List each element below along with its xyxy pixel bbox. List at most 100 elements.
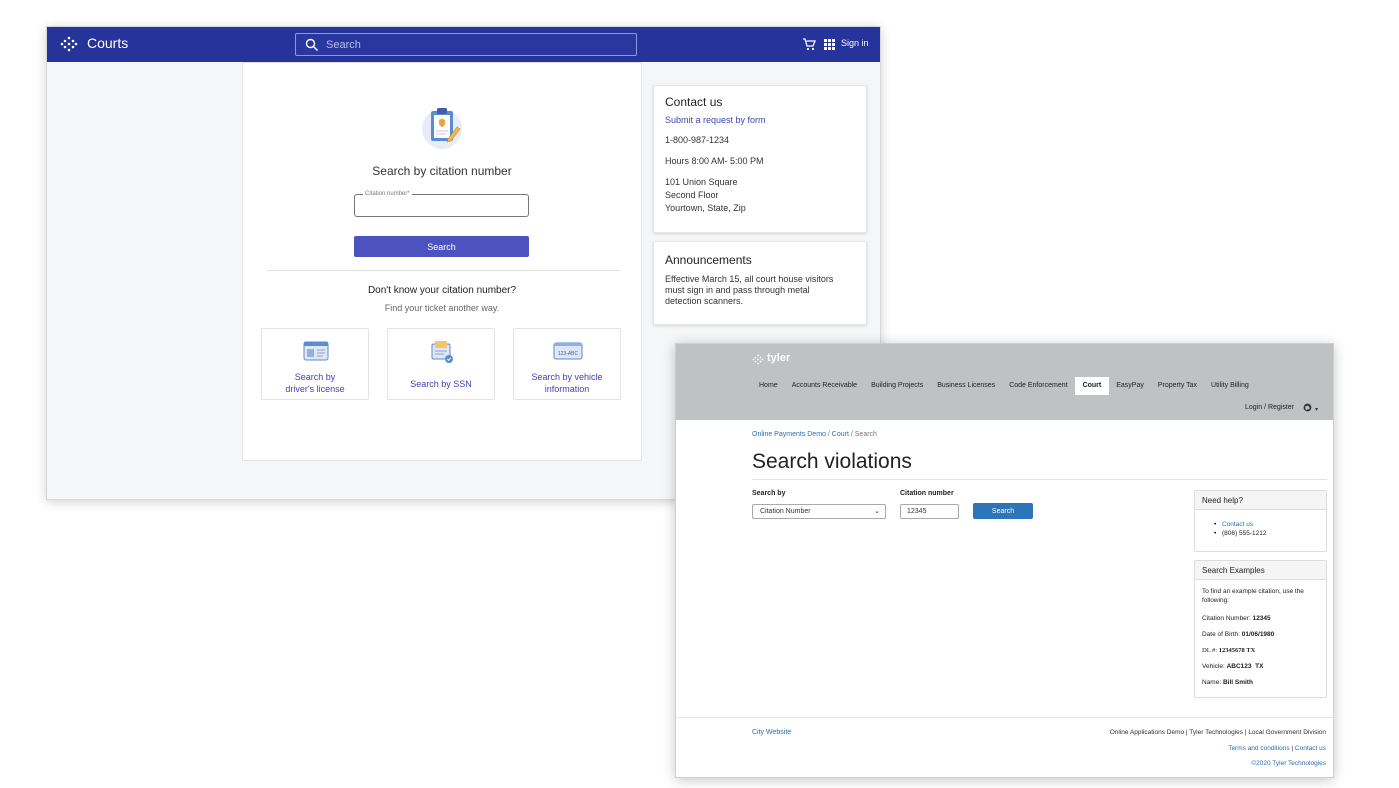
breadcrumb-separator: /: [827, 431, 830, 438]
find-another-text: Find your ticket another way.: [384, 303, 500, 313]
main-nav: Home Accounts Receivable Building Projec…: [752, 377, 1256, 395]
header-search[interactable]: [295, 33, 637, 56]
example-citation-label: Citation Number:: [1202, 615, 1253, 622]
nav-building-projects[interactable]: Building Projects: [864, 377, 930, 395]
announcement-line-3: detection scanners.: [665, 296, 744, 306]
example-vehicle-label: Vehicle:: [1202, 663, 1227, 670]
divider: [752, 479, 1327, 480]
dont-know-heading: Don't know your citation number?: [367, 285, 517, 296]
nav-accounts-receivable[interactable]: Accounts Receivable: [785, 377, 864, 395]
search-by-select[interactable]: Citation Number ⌄: [752, 504, 886, 519]
contact-title: Contact us: [665, 95, 723, 109]
nav-court[interactable]: Court: [1074, 377, 1110, 395]
footer-line: Online Applications Demo | Tyler Technol…: [1109, 729, 1326, 736]
example-vehicle-value: ABC123 TX: [1226, 663, 1264, 670]
citation-number-label: Citation number*: [363, 190, 412, 198]
example-name: Name: Bill Smith: [1202, 679, 1253, 687]
nav-code-enforcement[interactable]: Code Enforcement: [1002, 377, 1074, 395]
citation-number-field[interactable]: Citation number*: [354, 190, 529, 217]
nav-utility-billing[interactable]: Utility Billing: [1204, 377, 1256, 395]
breadcrumb-online-payments[interactable]: Online Payments Demo: [752, 431, 826, 438]
need-help-panel: Need help? • Contact us • (806) 555-1212: [1194, 490, 1327, 552]
license-plate-icon: 123-ABC: [553, 342, 583, 360]
tyler-header: tyler Home Accounts Receivable Building …: [676, 344, 1333, 420]
examples-note-line2: following:: [1202, 597, 1230, 604]
contact-address-3: Yourtown, State, Zip: [665, 203, 746, 213]
cart-icon[interactable]: [802, 37, 816, 51]
courts-header: Courts Sign in: [47, 27, 880, 62]
courts-logo-icon[interactable]: [59, 35, 79, 53]
copyright-link[interactable]: ©2020 Tyler Technologies: [1251, 760, 1326, 767]
citation-heading: Search by citation number: [372, 164, 512, 178]
nav-easypay[interactable]: EasyPay: [1109, 377, 1151, 395]
card-label: Search by SSN: [410, 379, 472, 389]
contact-address-1: 101 Union Square: [665, 177, 738, 187]
city-website-link[interactable]: City Website: [752, 729, 791, 736]
tyler-logo-text: tyler: [767, 352, 791, 364]
card-label-line1: Search by: [294, 372, 336, 382]
announcements-panel: Announcements Effective March 15, all co…: [653, 241, 867, 325]
help-phone: (806) 555-1212: [1222, 530, 1267, 537]
search-examples-panel: Search Examples To find an example citat…: [1194, 560, 1327, 698]
footer-divider: [676, 717, 1333, 718]
footer-links: Terms and conditions | Contact us: [1228, 745, 1326, 752]
citation-number-input[interactable]: [900, 504, 959, 519]
search-input[interactable]: [326, 36, 626, 54]
breadcrumb-court[interactable]: Court: [832, 431, 849, 438]
search-by-label: Search by: [752, 490, 786, 497]
divider: [267, 270, 620, 271]
help-contact-link[interactable]: Contact us: [1222, 521, 1253, 528]
tyler-logo-icon: [752, 354, 764, 365]
search-button[interactable]: Search: [973, 503, 1033, 519]
clipboard-icon: [422, 108, 462, 149]
globe-icon[interactable]: [1303, 403, 1312, 412]
contact-panel: Contact us Submit a request by form 1-80…: [653, 85, 867, 233]
contact-hours: Hours 8:00 AM- 5:00 PM: [665, 156, 764, 166]
app-title[interactable]: Courts: [87, 35, 128, 51]
card-label-line2: driver's license: [285, 384, 345, 394]
examples-note-line1: To find an example citation, use the: [1202, 588, 1304, 595]
citation-search-card: Search by citation number Citation numbe…: [242, 62, 642, 461]
tyler-window: tyler Home Accounts Receivable Building …: [675, 343, 1334, 778]
example-name-value: Bill Smith: [1222, 679, 1253, 686]
footer-contact-link[interactable]: Contact us: [1295, 745, 1326, 752]
search-button[interactable]: Search: [354, 236, 529, 257]
nav-home[interactable]: Home: [752, 377, 785, 395]
submit-request-link[interactable]: Submit a request by form: [665, 115, 766, 125]
bullet: •: [1214, 530, 1217, 537]
card-label-line2: information: [544, 384, 590, 394]
breadcrumb-current: Search: [854, 431, 877, 438]
page-title: Search violations: [752, 450, 912, 473]
breadcrumb-separator: /: [850, 431, 853, 438]
apps-grid-icon[interactable]: [824, 39, 835, 50]
bullet: •: [1214, 521, 1217, 528]
example-dob-value: 01/06/1980: [1241, 631, 1275, 638]
contact-phone: 1-800-987-1234: [665, 135, 730, 145]
search-by-selected: Citation Number: [760, 508, 811, 515]
card-label-line1: Search by vehicle: [531, 372, 603, 382]
contact-address-2: Second Floor: [665, 190, 719, 200]
example-dl-value: 12345678 TX: [1218, 647, 1256, 654]
example-dl: DL #: 12345678 TX: [1202, 647, 1255, 655]
login-register-link[interactable]: Login / Register: [1245, 404, 1294, 411]
search-by-vehicle-card[interactable]: 123-ABC Search by vehicle information: [513, 328, 621, 400]
chevron-down-icon[interactable]: ▾: [1315, 406, 1318, 413]
example-name-label: Name:: [1202, 679, 1223, 686]
citation-number-input[interactable]: [359, 198, 524, 213]
citation-number-label: Citation number: [900, 490, 954, 497]
terms-link[interactable]: Terms and conditions: [1228, 745, 1289, 752]
example-citation: Citation Number: 12345: [1202, 615, 1271, 623]
search-by-drivers-license-card[interactable]: Search by driver's license: [261, 328, 369, 400]
chevron-down-icon: ⌄: [874, 508, 880, 515]
example-citation-value: 12345: [1252, 615, 1271, 622]
need-help-title: Need help?: [1195, 491, 1326, 510]
example-dl-label: DL #:: [1202, 647, 1219, 654]
example-dob-label: Date of Birth:: [1202, 631, 1242, 638]
search-icon: [305, 38, 319, 52]
sign-in-link[interactable]: Sign in: [841, 38, 869, 48]
nav-property-tax[interactable]: Property Tax: [1151, 377, 1204, 395]
search-by-ssn-card[interactable]: Search by SSN: [387, 328, 495, 400]
example-vehicle: Vehicle: ABC123 TX: [1202, 663, 1263, 671]
breadcrumb: Online Payments Demo / Court / Search: [752, 431, 877, 438]
nav-business-licenses[interactable]: Business Licenses: [930, 377, 1002, 395]
